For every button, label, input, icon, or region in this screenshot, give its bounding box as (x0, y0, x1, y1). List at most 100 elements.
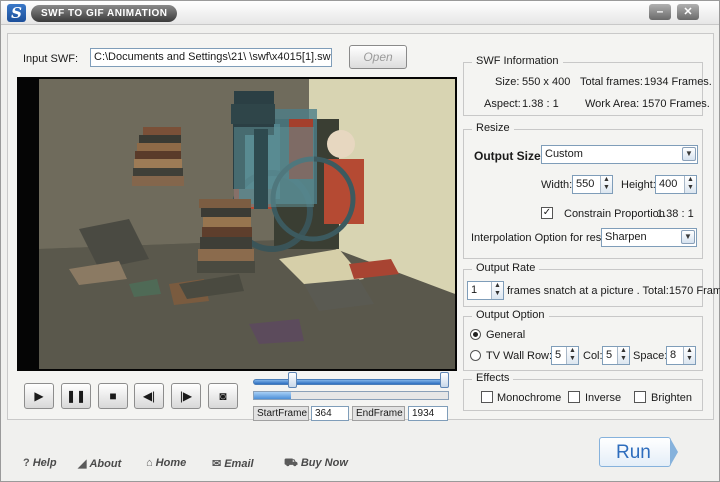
work-area-label: Work Area: (585, 98, 640, 110)
monochrome-label: Monochrome (497, 392, 562, 404)
buy-now-link[interactable]: ⛟ Buy Now (284, 457, 348, 471)
interpolation-select[interactable]: Sharpen ▼ (601, 228, 697, 247)
size-label: Size: (495, 76, 520, 88)
spinner-arrows-icon[interactable]: ▲ ▼ (683, 347, 695, 364)
end-frame-field[interactable]: 1934 (408, 406, 448, 421)
output-rate-spinner[interactable]: 1 ▲ ▼ (467, 281, 504, 300)
output-size-value: Custom (545, 148, 583, 160)
about-link[interactable]: ◢ About (78, 457, 121, 470)
spinner-arrows-icon[interactable]: ▲ ▼ (566, 347, 578, 364)
output-rate-title: Output Rate (472, 262, 540, 274)
about-icon: ◢ (78, 458, 87, 470)
inverse-label: Inverse (585, 392, 622, 404)
start-frame-field[interactable]: 364 (311, 406, 349, 421)
cart-icon: ⛟ (284, 457, 298, 469)
home-label: Home (155, 457, 187, 469)
help-label: Help (32, 457, 57, 469)
brighten-checkbox[interactable] (634, 391, 646, 403)
width-label: Width: (541, 179, 573, 191)
total-frames-label: Total frames: (580, 76, 643, 88)
general-label: General (486, 329, 526, 341)
swf-logo-icon: S (7, 4, 26, 22)
spinner-arrows-icon[interactable]: ▲ ▼ (491, 282, 503, 299)
frame-progress-bar (253, 391, 449, 400)
tv-wall-radio[interactable] (470, 350, 481, 361)
general-radio[interactable] (470, 329, 481, 340)
app-window: S SWF TO GIF ANIMATION – ✕ Input SWF: C:… (0, 0, 720, 482)
swf-preview-frame (39, 79, 455, 369)
col-spinner[interactable]: 5 ▲ ▼ (602, 346, 630, 365)
run-button[interactable]: Run (599, 437, 671, 467)
effects-title: Effects (472, 372, 514, 384)
height-label: Height: (621, 179, 656, 191)
about-label: About (89, 458, 122, 470)
help-icon: ? (23, 457, 30, 469)
output-size-select[interactable]: Custom ▼ (541, 145, 698, 164)
close-button[interactable]: ✕ (677, 4, 699, 20)
stop-button[interactable]: ■ (98, 383, 128, 409)
previous-frame-button[interactable]: ◀| (134, 383, 164, 409)
space-label: Space: (633, 350, 668, 362)
swf-info-title: SWF Information (472, 55, 563, 67)
constrain-proportion-checkbox[interactable]: ✓ (541, 207, 553, 219)
buy-now-label: Buy Now (300, 457, 348, 469)
chevron-down-icon[interactable]: ▼ (682, 147, 696, 161)
range-end-handle[interactable] (440, 372, 449, 388)
inverse-checkbox[interactable] (568, 391, 580, 403)
next-frame-button[interactable]: |▶ (171, 383, 201, 409)
spinner-arrows-icon[interactable]: ▲ ▼ (600, 176, 612, 193)
col-value: 5 (606, 349, 613, 361)
preview-illustration (39, 79, 455, 369)
aspect-value: 1.38 : 1 (522, 98, 559, 110)
width-value: 550 (576, 178, 595, 190)
home-icon: ⌂ (146, 457, 153, 469)
play-button[interactable]: ▶ (24, 383, 54, 409)
snapshot-button[interactable]: ◙ (208, 383, 238, 409)
pause-button[interactable]: ❚❚ (61, 383, 91, 409)
minimize-button[interactable]: – (649, 4, 671, 20)
preview-panel (17, 77, 457, 371)
home-link[interactable]: ⌂ Home (146, 457, 186, 469)
row-value: 5 (555, 349, 562, 361)
monochrome-checkbox[interactable] (481, 391, 493, 403)
email-label: Email (224, 458, 254, 470)
aspect-label: Aspect: (484, 98, 521, 110)
email-link[interactable]: ✉ Email (212, 457, 254, 470)
open-button[interactable]: Open (349, 45, 407, 69)
window-title: SWF TO GIF ANIMATION (31, 5, 178, 22)
frame-range-slider[interactable] (253, 379, 449, 385)
row-spinner[interactable]: 5 ▲ ▼ (551, 346, 579, 365)
size-value: 550 x 400 (522, 76, 571, 88)
height-spinner[interactable]: 400 ▲ ▼ (655, 175, 697, 194)
camera-icon: ◙ (219, 389, 227, 403)
work-area-value: 1570 Frames. (642, 98, 710, 110)
input-swf-label: Input SWF: (23, 53, 79, 65)
end-frame-label: EndFrame (352, 406, 405, 421)
help-link[interactable]: ? Help (23, 457, 57, 469)
space-spinner[interactable]: 8 ▲ ▼ (666, 346, 696, 365)
constrain-ratio: 1.38 : 1 (657, 208, 694, 220)
start-frame-label: StartFrame (253, 406, 309, 421)
total-frames-value: 1934 Frames. (644, 76, 712, 88)
title-bar[interactable]: S SWF TO GIF ANIMATION – ✕ (1, 1, 719, 25)
tv-wall-label: TV Wall (486, 350, 525, 362)
brighten-label: Brighten (651, 392, 692, 404)
row-label: Row: (527, 350, 553, 362)
interpolation-value: Sharpen (605, 231, 647, 243)
space-value: 8 (670, 349, 677, 361)
spinner-arrows-icon[interactable]: ▲ ▼ (684, 176, 696, 193)
chevron-down-icon[interactable]: ▼ (681, 230, 695, 244)
output-option-title: Output Option (472, 309, 549, 321)
progress-fill (254, 392, 291, 399)
run-label: Run (616, 442, 651, 463)
spinner-arrows-icon[interactable]: ▲ ▼ (617, 347, 629, 364)
input-swf-path-field[interactable]: C:\Documents and Settings\21\ \swf\x4015… (90, 48, 332, 67)
width-spinner[interactable]: 550 ▲ ▼ (572, 175, 613, 194)
col-label: Col: (583, 350, 603, 362)
output-size-label: Output Size: (474, 149, 545, 163)
resize-title: Resize (472, 122, 514, 134)
range-start-handle[interactable] (288, 372, 298, 388)
email-icon: ✉ (212, 458, 222, 470)
interpolation-label: Interpolation Option for resize: (471, 232, 619, 244)
checkmark-icon: ✓ (542, 207, 552, 218)
